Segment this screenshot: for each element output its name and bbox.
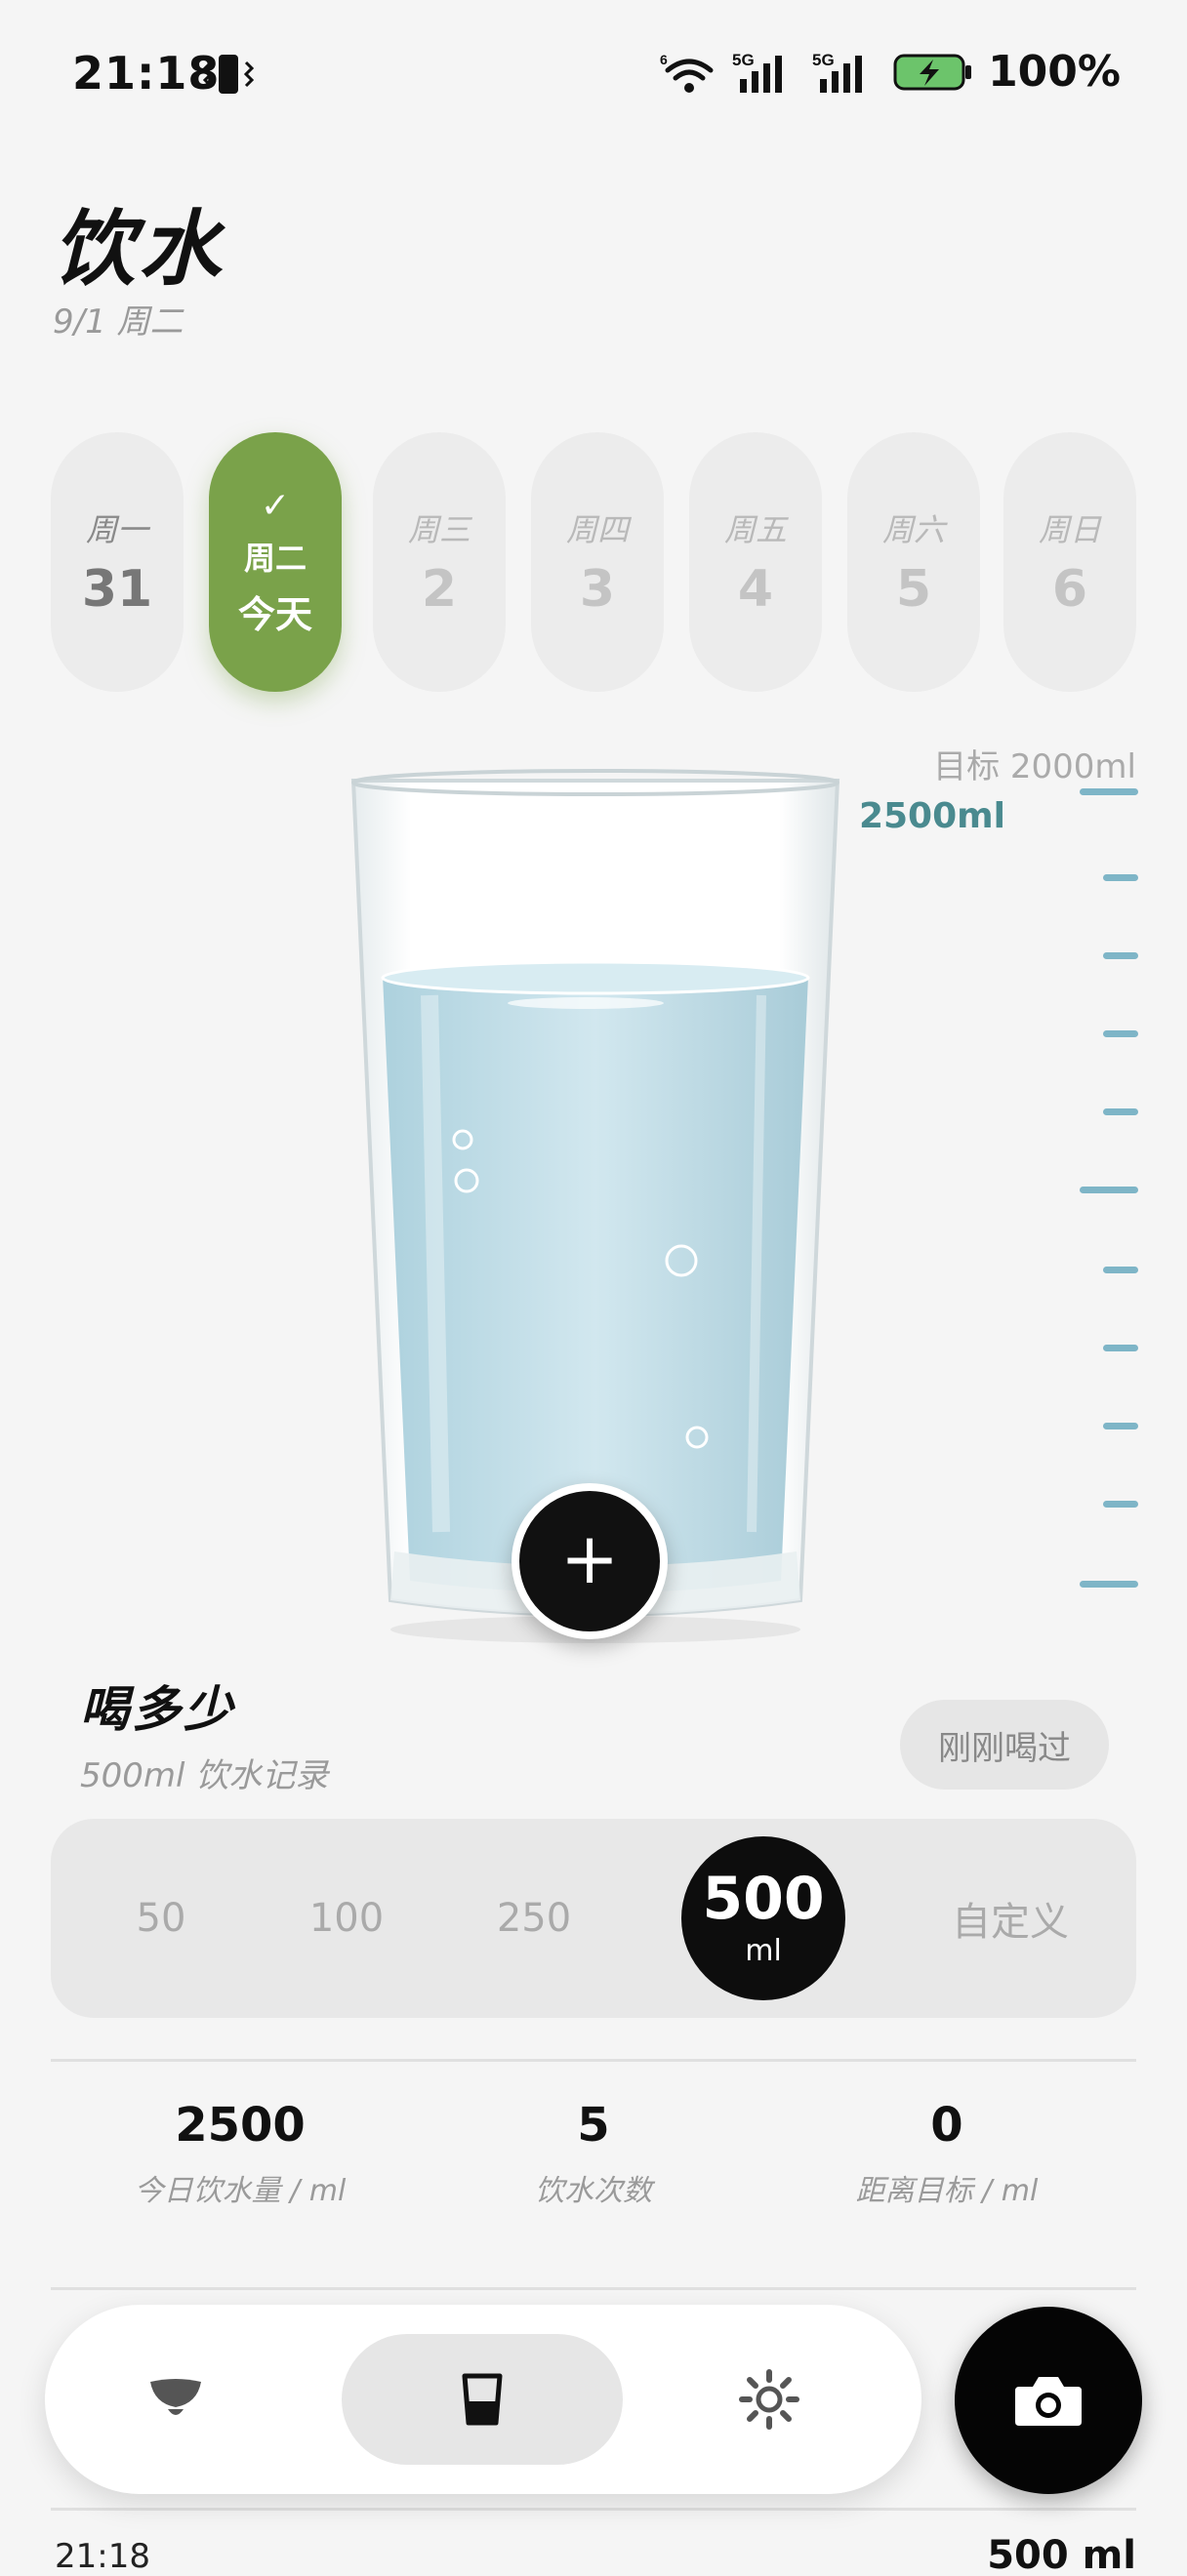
stat-label: 饮水次数 <box>535 2174 652 2208</box>
day-label: 周六 <box>881 511 945 548</box>
page-date: 9/1 周二 <box>53 302 184 342</box>
day-pill-thu[interactable]: 周四 3 <box>531 432 664 692</box>
camera-button[interactable] <box>955 2307 1142 2494</box>
day-pill-sat[interactable]: 周六 5 <box>847 432 980 692</box>
day-pill-fri[interactable]: 周五 4 <box>689 432 822 692</box>
svg-text:5G: 5G <box>812 51 835 69</box>
selected-amount-unit: ml <box>745 1933 782 1968</box>
section-subtitle: 500ml 饮水记录 <box>80 1756 329 1795</box>
day-number: 今天 <box>237 593 312 636</box>
scale-tick <box>1103 952 1138 959</box>
stat-drink-count: 5 饮水次数 <box>418 2098 769 2209</box>
scale-tick <box>1103 1423 1138 1429</box>
status-time: 21:18 <box>72 47 221 100</box>
nav-sun[interactable] <box>703 2334 836 2465</box>
day-number: 31 <box>81 560 153 619</box>
record-time: 21:18 <box>55 2537 150 2576</box>
scale-tick <box>1103 1030 1138 1037</box>
day-label: 周日 <box>1038 511 1101 548</box>
stat-value: 5 <box>577 2098 610 2153</box>
scale-tick <box>1103 1345 1138 1351</box>
day-label: 周三 <box>407 511 471 548</box>
scale-tick <box>1103 874 1138 881</box>
day-pill-sun[interactable]: 周日 6 <box>1003 432 1136 692</box>
amount-option-100[interactable]: 100 <box>283 1819 410 2018</box>
vibrate-icon <box>202 55 255 94</box>
day-number: 6 <box>1051 560 1088 619</box>
nav-lamp[interactable] <box>109 2334 242 2465</box>
lamp-icon <box>150 2379 201 2415</box>
divider <box>51 2287 1136 2290</box>
day-number: 4 <box>737 560 774 619</box>
scale-tick <box>1103 1267 1138 1273</box>
scale-tick <box>1080 1581 1138 1588</box>
status-bar: 21:18 6 5G 5G 100% <box>0 0 1187 146</box>
stat-label: 距离目标 / ml <box>855 2174 1039 2208</box>
divider <box>51 2059 1136 2062</box>
amount-option-custom[interactable]: 自定义 <box>927 1819 1093 2018</box>
goal-label: 目标 2000ml <box>933 747 1136 786</box>
stat-remaining: 0 距离目标 / ml <box>771 2098 1123 2209</box>
stat-value: 2500 <box>175 2098 306 2153</box>
page-title: 饮水 <box>53 201 225 297</box>
day-pill-wed[interactable]: 周三 2 <box>373 432 506 692</box>
section-title: 喝多少 <box>80 1681 235 1738</box>
stat-value: 0 <box>930 2098 963 2153</box>
amount-option-250[interactable]: 250 <box>471 1819 597 2018</box>
day-label: 周五 <box>723 511 787 548</box>
day-label: 周一 <box>85 511 148 548</box>
cell-signal-icon: 5G <box>732 51 783 93</box>
add-water-button[interactable]: + <box>512 1483 668 1639</box>
plus-icon: + <box>559 1517 620 1599</box>
svg-text:5G: 5G <box>732 51 755 69</box>
sun-icon <box>739 2369 799 2430</box>
scale-tick <box>1103 1108 1138 1115</box>
day-pill-tue-today[interactable]: ✓ 周二 今天 <box>209 432 342 692</box>
check-icon: ✓ <box>260 486 291 526</box>
cup-icon <box>462 2373 503 2426</box>
amount-option-50[interactable]: 50 <box>98 1819 225 2018</box>
selected-amount-value: 500 <box>702 1864 825 1933</box>
current-intake-label: 2500ml <box>858 796 1005 836</box>
nav-water[interactable] <box>342 2334 623 2465</box>
day-number: 2 <box>421 560 458 619</box>
bottom-nav <box>45 2305 921 2494</box>
day-label: 周二 <box>243 540 307 577</box>
day-number: 3 <box>579 560 616 619</box>
camera-icon <box>1015 2377 1082 2426</box>
stat-label: 今日饮水量 / ml <box>134 2174 347 2208</box>
amount-option-500-selected[interactable]: 500 ml <box>681 1836 845 2000</box>
battery-percent: 100% <box>988 47 1121 97</box>
battery-icon <box>893 54 972 90</box>
wifi-icon: 6 <box>660 52 714 93</box>
day-number: 5 <box>895 560 932 619</box>
wifi-badge: 6 <box>660 52 668 67</box>
scale-tick <box>1103 1501 1138 1508</box>
day-label: 周四 <box>565 511 629 548</box>
cell-signal-icon-2: 5G <box>812 51 863 93</box>
level-scale <box>1074 788 1138 1598</box>
just-drank-button[interactable]: 刚刚喝过 <box>900 1700 1109 1790</box>
divider <box>51 2508 1136 2511</box>
day-pill-mon[interactable]: 周一 31 <box>51 432 184 692</box>
status-icons: 6 5G 5G 100% <box>660 47 1121 97</box>
amount-selector: 50 100 250 500 ml 自定义 <box>51 1819 1136 2018</box>
scale-tick <box>1080 788 1138 795</box>
week-strip: 周一 31 ✓ 周二 今天 周三 2 周四 3 周五 4 周六 5 周日 6 <box>51 432 1136 692</box>
record-amount: 500 ml <box>987 2533 1136 2576</box>
stat-today-intake: 2500 今日饮水量 / ml <box>64 2098 416 2209</box>
scale-tick <box>1080 1187 1138 1193</box>
